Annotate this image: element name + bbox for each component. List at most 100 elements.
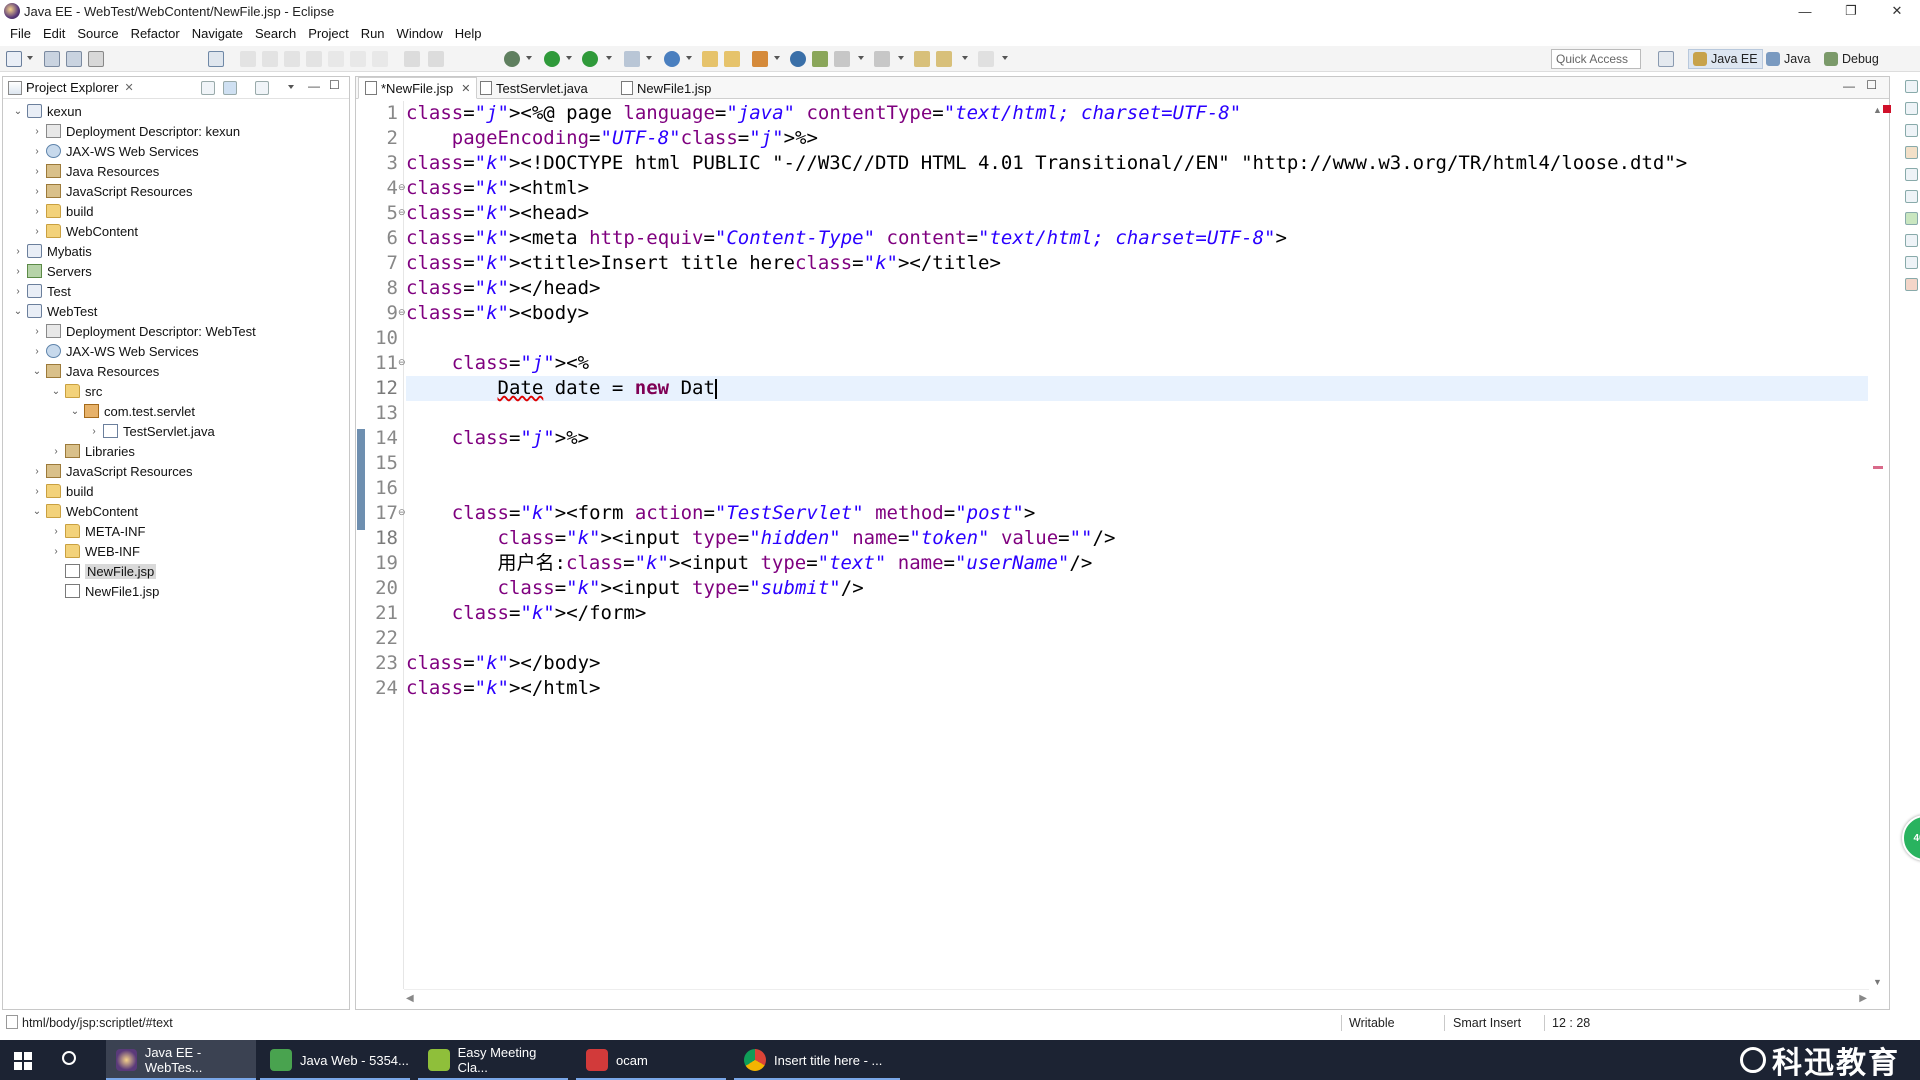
- suspend-icon[interactable]: [262, 51, 278, 67]
- search-icon[interactable]: [752, 51, 768, 67]
- save-all-icon[interactable]: [66, 51, 82, 67]
- code-line[interactable]: class="k"><!DOCTYPE html PUBLIC "-//W3C/…: [406, 151, 1687, 176]
- tree-item[interactable]: › WEB-INF: [3, 541, 349, 561]
- task-ocam[interactable]: ocam: [576, 1040, 726, 1080]
- scroll-right-icon[interactable]: ▶: [1859, 993, 1867, 1004]
- chevron-right-icon[interactable]: ›: [13, 266, 23, 277]
- chevron-down-icon[interactable]: ⌄: [51, 386, 61, 397]
- code-line[interactable]: class="k"><html>: [406, 176, 589, 201]
- back-dropdown-icon[interactable]: [962, 56, 968, 60]
- previous-annotation-icon[interactable]: [874, 51, 890, 67]
- project-explorer-tab[interactable]: Project Explorer ✕: [3, 77, 349, 99]
- code-line[interactable]: pageEncoding="UTF-8"class="j">%>: [406, 126, 818, 151]
- tab-newfile-jsp[interactable]: *NewFile.jsp ✕: [358, 77, 478, 99]
- code-line[interactable]: class="j"><%: [406, 351, 589, 376]
- windows-start-icon[interactable]: [14, 1052, 32, 1070]
- task-java-web[interactable]: Java Web - 5354...: [260, 1040, 410, 1080]
- chevron-right-icon[interactable]: ›: [13, 246, 23, 257]
- tree-item[interactable]: › build: [3, 481, 349, 501]
- run-server-icon[interactable]: [582, 51, 598, 67]
- tree-item[interactable]: › Deployment Descriptor: WebTest: [3, 321, 349, 341]
- status-insert-mode[interactable]: Smart Insert: [1453, 1016, 1521, 1030]
- minimize-editor-icon[interactable]: —: [1843, 79, 1855, 93]
- chevron-down-icon[interactable]: ⌄: [13, 306, 23, 317]
- step-into-icon[interactable]: [328, 51, 344, 67]
- task-chrome[interactable]: Insert title here - ...: [734, 1040, 900, 1080]
- snippets-icon[interactable]: [1905, 256, 1918, 269]
- chevron-right-icon[interactable]: ›: [32, 326, 42, 337]
- tree-item[interactable]: › JavaScript Resources: [3, 461, 349, 481]
- search-dropdown-icon[interactable]: [774, 56, 780, 60]
- minimize-button[interactable]: —: [1782, 0, 1828, 22]
- code-line[interactable]: class="k"><input type="hidden" name="tok…: [406, 526, 1116, 551]
- horizontal-scrollbar[interactable]: ◀ ▶: [404, 989, 1869, 1009]
- data-source-explorer-icon[interactable]: [1905, 234, 1918, 247]
- restore-button[interactable]: ❐: [1828, 0, 1874, 22]
- chevron-right-icon[interactable]: ›: [32, 206, 42, 217]
- chevron-down-icon[interactable]: ⌄: [32, 506, 42, 517]
- tree-item[interactable]: ⌄ src: [3, 381, 349, 401]
- tree-item[interactable]: › build: [3, 201, 349, 221]
- chevron-right-icon[interactable]: ›: [32, 226, 42, 237]
- link-with-editor-icon[interactable]: [223, 81, 237, 95]
- menu-source[interactable]: Source: [71, 26, 124, 41]
- tree-item[interactable]: ⌄ Java Resources: [3, 361, 349, 381]
- last-edit-location-icon[interactable]: [914, 51, 930, 67]
- new-java-package-icon[interactable]: [702, 51, 718, 67]
- perspective-java[interactable]: Java: [1762, 49, 1814, 69]
- maximize-editor-icon[interactable]: ☐: [1866, 78, 1877, 92]
- tree-item[interactable]: › META-INF: [3, 521, 349, 541]
- menu-run[interactable]: Run: [355, 26, 391, 41]
- task-list-icon[interactable]: [1905, 146, 1918, 159]
- code-line[interactable]: class="k"></head>: [406, 276, 601, 301]
- tree-item[interactable]: ⌄ WebTest: [3, 301, 349, 321]
- fold-toggle-icon[interactable]: ⊖: [398, 207, 406, 218]
- code-line[interactable]: class="j"><%@ page language="java" conte…: [406, 101, 1241, 126]
- tree-item[interactable]: › Java Resources: [3, 161, 349, 181]
- chevron-right-icon[interactable]: ›: [32, 466, 42, 477]
- tree-item[interactable]: › WebContent: [3, 221, 349, 241]
- open-web-browser-icon[interactable]: [790, 51, 806, 67]
- code-line[interactable]: class="j">%>: [406, 426, 589, 451]
- chevron-down-icon[interactable]: ⌄: [32, 366, 42, 377]
- tree-item[interactable]: › Servers: [3, 261, 349, 281]
- back-icon[interactable]: [936, 51, 952, 67]
- chevron-right-icon[interactable]: ›: [32, 486, 42, 497]
- tree-item[interactable]: NewFile1.jsp: [3, 581, 349, 601]
- tree-item[interactable]: ⌄ WebContent: [3, 501, 349, 521]
- menu-window[interactable]: Window: [391, 26, 449, 41]
- code-line[interactable]: class="k"></body>: [406, 651, 601, 676]
- next-annotation-dropdown-icon[interactable]: [858, 56, 864, 60]
- close-view-icon[interactable]: ✕: [124, 81, 133, 94]
- filters-icon[interactable]: [255, 81, 269, 95]
- tree-item[interactable]: › TestServlet.java: [3, 421, 349, 441]
- new-server-icon[interactable]: [664, 51, 680, 67]
- tree-item[interactable]: › Libraries: [3, 441, 349, 461]
- overview-ruler[interactable]: ▲ ▼: [1869, 101, 1891, 989]
- tab-newfile1-jsp[interactable]: NewFile1.jsp: [615, 77, 717, 99]
- code-line[interactable]: 用户名:class="k"><input type="text" name="u…: [406, 551, 1093, 576]
- step-return-icon[interactable]: [372, 51, 388, 67]
- menu-edit[interactable]: Edit: [37, 26, 71, 41]
- error-annotation-marker[interactable]: [1873, 466, 1883, 469]
- open-type-icon[interactable]: [812, 51, 828, 67]
- tree-item[interactable]: › Test: [3, 281, 349, 301]
- forward-dropdown-icon[interactable]: [1002, 56, 1008, 60]
- code-line[interactable]: class="k"><head>: [406, 201, 589, 226]
- new-server-dropdown-icon[interactable]: [686, 56, 692, 60]
- pin-editor-icon[interactable]: [208, 51, 224, 67]
- task-easy-meeting[interactable]: Easy Meeting Cla...: [418, 1040, 568, 1080]
- chevron-right-icon[interactable]: ›: [51, 446, 61, 457]
- floating-counter-badge[interactable]: 40: [1902, 815, 1920, 861]
- resume-icon[interactable]: [240, 51, 256, 67]
- tree-item[interactable]: › JavaScript Resources: [3, 181, 349, 201]
- use-step-filters-icon[interactable]: [428, 51, 444, 67]
- menu-refactor[interactable]: Refactor: [125, 26, 186, 41]
- chevron-right-icon[interactable]: ›: [32, 186, 42, 197]
- code-line[interactable]: class="k"></form>: [406, 601, 647, 626]
- code-line[interactable]: class="k"><body>: [406, 301, 589, 326]
- tree-item[interactable]: › Deployment Descriptor: kexun: [3, 121, 349, 141]
- task-eclipse[interactable]: Java EE - WebTes...: [106, 1040, 256, 1080]
- external-tools-icon[interactable]: [624, 51, 640, 67]
- outline-icon[interactable]: [1905, 102, 1918, 115]
